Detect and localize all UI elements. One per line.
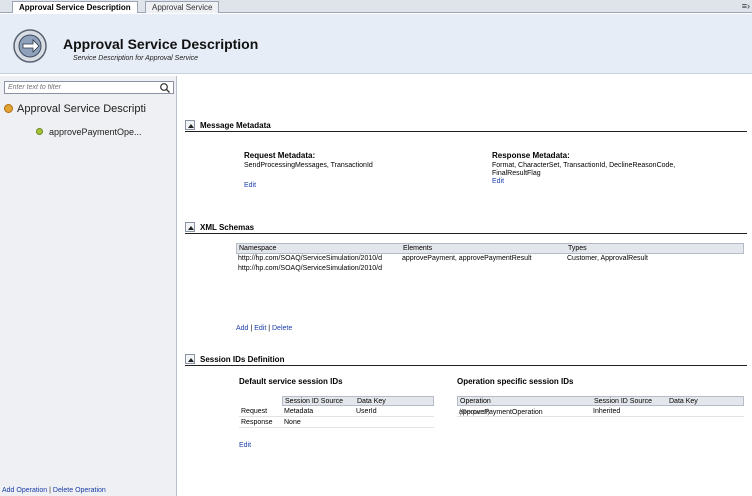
cell-source: Inherited: [593, 408, 621, 415]
page-header: Approval Service Description Service Des…: [0, 14, 752, 74]
service-node-icon: [4, 104, 13, 113]
operation-session-table-header: Operation Session ID Source Data Key: [457, 396, 744, 406]
cell-types: Customer, ApprovalResult: [567, 255, 648, 262]
column-data-key: Data Key: [669, 398, 698, 405]
page-title: Approval Service Description: [63, 36, 259, 52]
service-logo-icon: [13, 29, 47, 63]
cell-source: None: [284, 419, 301, 426]
cell-namespace: http://hp.com/SOAQ/ServiceSimulation/201…: [238, 255, 382, 262]
collapse-toggle-icon[interactable]: [185, 354, 195, 364]
column-session-id-source: Session ID Source: [285, 398, 343, 405]
column-session-id-source: Session ID Source: [594, 398, 652, 405]
column-data-key: Data Key: [357, 398, 386, 405]
response-metadata-value-cont: FinalResultFlag: [492, 170, 541, 177]
tree-item-label: Approval Service Descripti: [17, 103, 146, 115]
tab-approval-service[interactable]: Approval Service: [145, 1, 220, 13]
tab-approval-service-description[interactable]: Approval Service Description: [12, 1, 138, 13]
operation-session-ids-heading: Operation specific session IDs: [457, 377, 574, 386]
xml-schema-actions: Add | Edit | Delete: [236, 325, 292, 332]
column-elements: Elements: [403, 245, 433, 252]
tree-item-label: approvePaymentOpe...: [49, 127, 142, 137]
section-title: Message Metadata: [200, 121, 271, 130]
edit-schema-link[interactable]: Edit: [254, 325, 266, 332]
table-row[interactable]: http://hp.com/SOAQ/ServiceSimulation/201…: [236, 264, 744, 274]
table-header: Namespace Elements Types: [236, 243, 744, 254]
cell-label: Response: [241, 419, 273, 426]
filter-input[interactable]: [5, 82, 155, 93]
operation-node-icon: [36, 128, 43, 135]
table-row[interactable]: approvePaymentOperation (Request) Inheri…: [457, 407, 744, 417]
request-metadata-edit-link[interactable]: Edit: [244, 182, 256, 189]
link-separator: |: [49, 487, 51, 494]
xml-schemas-table: Namespace Elements Types http://hp.com/S…: [236, 243, 744, 274]
table-row[interactable]: http://hp.com/SOAQ/ServiceSimulation/201…: [236, 254, 744, 264]
collapse-toggle-icon[interactable]: [185, 222, 195, 232]
section-title: XML Schemas: [200, 223, 255, 232]
section-xml-schemas: XML Schemas: [185, 222, 747, 234]
column-types: Types: [568, 245, 587, 252]
link-separator: |: [250, 325, 253, 332]
tree-item-service-description[interactable]: Approval Service Descripti: [4, 103, 174, 119]
delete-schema-link[interactable]: Delete: [272, 325, 292, 332]
operation-qualifier: (Request): [459, 409, 490, 416]
section-title: Session IDs Definition: [200, 355, 285, 364]
editor-tab-bar: Approval Service Description Approval Se…: [0, 0, 752, 13]
link-separator: |: [268, 325, 271, 332]
cell-label: Request: [241, 408, 268, 415]
sidebar: Approval Service Descripti approvePaymen…: [0, 76, 177, 496]
request-metadata-heading: Request Metadata:: [244, 151, 316, 160]
response-metadata-edit-link[interactable]: Edit: [492, 178, 504, 185]
section-session-ids: Session IDs Definition: [185, 354, 747, 366]
filter-box: [4, 81, 174, 94]
default-session-ids-heading: Default service session IDs: [239, 377, 343, 386]
section-message-metadata: Message Metadata: [185, 120, 747, 132]
cell-key: UserId: [356, 408, 377, 415]
tree-item-operation[interactable]: approvePaymentOpe...: [36, 127, 176, 141]
search-icon[interactable]: [159, 82, 171, 94]
column-namespace: Namespace: [239, 245, 277, 252]
add-operation-link[interactable]: Add Operation: [2, 487, 47, 494]
cell-source: Metadata: [284, 408, 314, 415]
response-metadata-heading: Response Metadata:: [492, 151, 570, 160]
table-row[interactable]: Response None: [239, 418, 434, 428]
page-subtitle: Service Description for Approval Service: [73, 55, 199, 62]
cell-elements: approvePayment, approvePaymentResult: [402, 255, 532, 262]
table-row[interactable]: Request Metadata UserId: [239, 407, 434, 417]
main-content: Message Metadata Request Metadata: SendP…: [178, 76, 752, 496]
column-operation: Operation: [460, 398, 491, 405]
operation-links: Add Operation | Delete Operation: [2, 487, 106, 494]
session-ids-edit-link[interactable]: Edit: [239, 442, 251, 449]
chevron-menu-icon[interactable]: ≡›: [742, 1, 750, 11]
default-session-table-header: Session ID Source Data Key: [282, 396, 434, 406]
cell-namespace: http://hp.com/SOAQ/ServiceSimulation/201…: [238, 265, 382, 272]
request-metadata-value: SendProcessingMessages, TransactionId: [244, 162, 373, 169]
add-schema-link[interactable]: Add: [236, 325, 248, 332]
delete-operation-link[interactable]: Delete Operation: [53, 487, 106, 494]
collapse-toggle-icon[interactable]: [185, 120, 195, 130]
